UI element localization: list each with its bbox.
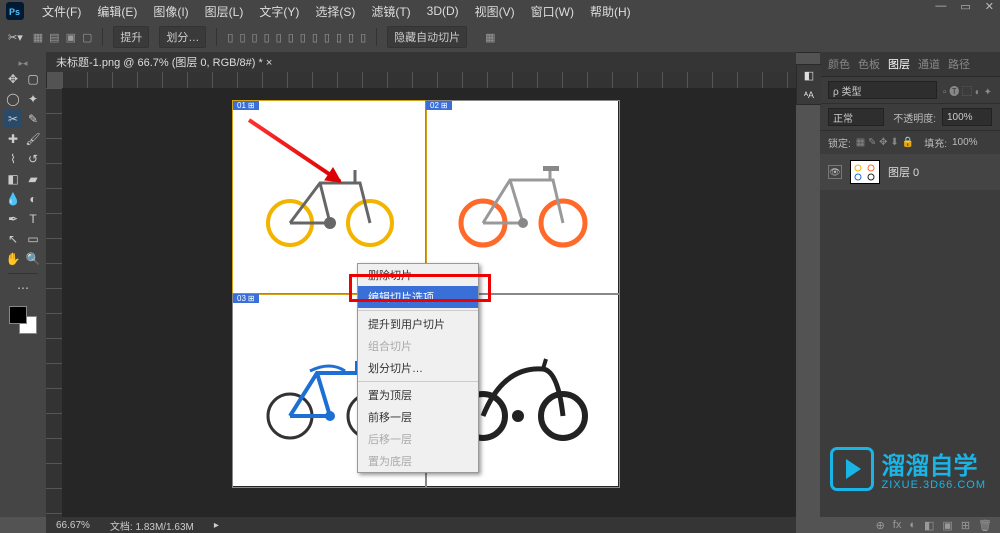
hand-tool[interactable]: ✋	[4, 250, 22, 268]
ctx-send-back[interactable]: 置为底层	[358, 450, 478, 472]
heal-tool[interactable]: ✚	[4, 130, 22, 148]
tab-color[interactable]: 颜色	[828, 56, 850, 72]
shape-tool[interactable]: ▭	[24, 230, 42, 248]
doc-info: 文档: 1.83M/1.63M	[110, 518, 194, 533]
ctx-forward[interactable]: 前移一层	[358, 406, 478, 428]
bike-1	[255, 148, 405, 248]
menu-filter[interactable]: 滤镜(T)	[371, 3, 410, 20]
layer-thumbnail	[850, 160, 880, 184]
strip-icon-1[interactable]: ◧	[804, 69, 814, 82]
menu-file[interactable]: 文件(F)	[42, 3, 81, 20]
dock-bottom-icons: ⊕fx◐◧▣⊞🗑	[876, 517, 992, 533]
type-tool[interactable]: T	[24, 210, 42, 228]
zoom-level[interactable]: 66.67%	[56, 520, 90, 531]
eyedrop-tool[interactable]: ✎	[24, 110, 42, 128]
menu-3d[interactable]: 3D(D)	[427, 4, 459, 18]
panel-tabs: 颜色 色板 图层 通道 路径	[820, 52, 1000, 77]
watermark-sub: ZIXUE.3D66.COM	[882, 479, 986, 491]
visibility-icon[interactable]: 👁	[828, 165, 842, 179]
promote-button[interactable]: 提升	[113, 26, 149, 48]
ps-logo-icon: Ps	[6, 2, 24, 20]
watermark: 溜溜自学 ZIXUE.3D66.COM	[830, 446, 986, 491]
option-icons: ▦▤▣▢	[33, 31, 93, 44]
dodge-tool[interactable]: ◐	[24, 190, 42, 208]
brush-tool[interactable]: 🖌	[24, 130, 42, 148]
tab-paths[interactable]: 路径	[948, 56, 970, 72]
hide-auto-slices-button[interactable]: 隐藏自动切片	[387, 26, 467, 48]
grid-option-icon[interactable]: ▦	[485, 31, 495, 44]
fill-label: 填充:	[924, 135, 947, 150]
color-swatches[interactable]	[9, 306, 37, 334]
layer-filter[interactable]: ρ 类型	[828, 81, 937, 99]
eraser-tool[interactable]: ◧	[4, 170, 22, 188]
ruler-vertical	[46, 88, 62, 517]
lock-label: 锁定:	[828, 135, 851, 150]
watermark-play-icon	[830, 447, 874, 491]
layer-name: 图层 0	[888, 164, 919, 180]
history-brush[interactable]: ↺	[24, 150, 42, 168]
blend-mode[interactable]: 正常	[828, 108, 884, 126]
slice-tool[interactable]: ✂	[4, 110, 22, 128]
blur-tool[interactable]: 💧	[4, 190, 22, 208]
marquee-tool[interactable]: ▢	[24, 70, 42, 88]
menu-view[interactable]: 视图(V)	[475, 3, 515, 20]
menu-text[interactable]: 文字(Y)	[259, 3, 299, 20]
menu-bar: Ps 文件(F) 编辑(E) 图像(I) 图层(L) 文字(Y) 选择(S) 滤…	[0, 0, 1000, 23]
menu-image[interactable]: 图像(I)	[153, 3, 188, 20]
close-icon[interactable]: ✕	[985, 0, 994, 13]
ctx-promote[interactable]: 提升到用户切片	[358, 313, 478, 335]
path-select[interactable]: ↖	[4, 230, 22, 248]
stamp-tool[interactable]: ⌇	[4, 150, 22, 168]
ctx-combine[interactable]: 组合切片	[358, 335, 478, 357]
ctx-delete[interactable]: 删除切片	[358, 264, 478, 286]
gradient-tool[interactable]: ▰	[24, 170, 42, 188]
menu-help[interactable]: 帮助(H)	[590, 3, 631, 20]
menu-select[interactable]: 选择(S)	[315, 3, 355, 20]
wand-tool[interactable]: ✦	[24, 90, 42, 108]
document-tab[interactable]: 未标题-1.png @ 66.7% (图层 0, RGB/8#) * ×	[46, 52, 796, 72]
svg-text:Ps: Ps	[9, 7, 20, 17]
pen-tool[interactable]: ✒	[4, 210, 22, 228]
auxiliary[interactable]: ⋯	[14, 279, 32, 297]
menu-layer[interactable]: 图层(L)	[205, 3, 244, 20]
opacity-label: 不透明度:	[893, 110, 936, 125]
layer-row[interactable]: 👁 图层 0	[820, 154, 1000, 190]
lasso-tool[interactable]: ◯	[4, 90, 22, 108]
strip-icon-2[interactable]: ᴬA	[804, 90, 814, 100]
menu-window[interactable]: 窗口(W)	[531, 3, 574, 20]
bike-2	[448, 148, 598, 248]
minimize-icon[interactable]: —	[935, 0, 946, 13]
toolbox: ▸◂ ✥▢ ◯✦ ✂✎ ✚🖌 ⌇↺ ◧▰ 💧◐ ✒T ↖▭ ✋🔍 ⋯	[0, 52, 47, 517]
tab-channels[interactable]: 通道	[918, 56, 940, 72]
dock-strip: ◧ ᴬA	[796, 64, 821, 105]
ctx-bring-front[interactable]: 置为顶层	[358, 384, 478, 406]
slice-tool-icon: ✂︎▾	[8, 31, 23, 44]
status-bar: 66.67% 文档: 1.83M/1.63M ▸	[46, 517, 796, 533]
ctx-divide[interactable]: 划分切片…	[358, 357, 478, 379]
opacity-value[interactable]: 100%	[942, 108, 992, 126]
zoom-tool[interactable]: 🔍	[24, 250, 42, 268]
tab-swatches[interactable]: 色板	[858, 56, 880, 72]
ruler-horizontal	[62, 72, 796, 88]
watermark-text: 溜溜自学	[882, 446, 986, 481]
context-menu: 删除切片 编辑切片选项… 提升到用户切片 组合切片 划分切片… 置为顶层 前移一…	[357, 263, 479, 473]
fill-value[interactable]: 100%	[952, 137, 992, 148]
options-bar: ✂︎▾ ▦▤▣▢ 提升 划分… ▯▯▯▯▯▯▯▯▯▯▯▯ 隐藏自动切片 ▦	[0, 22, 1000, 53]
ctx-edit-options[interactable]: 编辑切片选项…	[358, 286, 478, 308]
move-tool[interactable]: ✥	[4, 70, 22, 88]
ctx-backward[interactable]: 后移一层	[358, 428, 478, 450]
restore-icon[interactable]: ▭	[960, 0, 970, 13]
divide-button[interactable]: 划分…	[159, 26, 206, 48]
menu-edit[interactable]: 编辑(E)	[97, 3, 137, 20]
tab-layers[interactable]: 图层	[888, 56, 910, 72]
